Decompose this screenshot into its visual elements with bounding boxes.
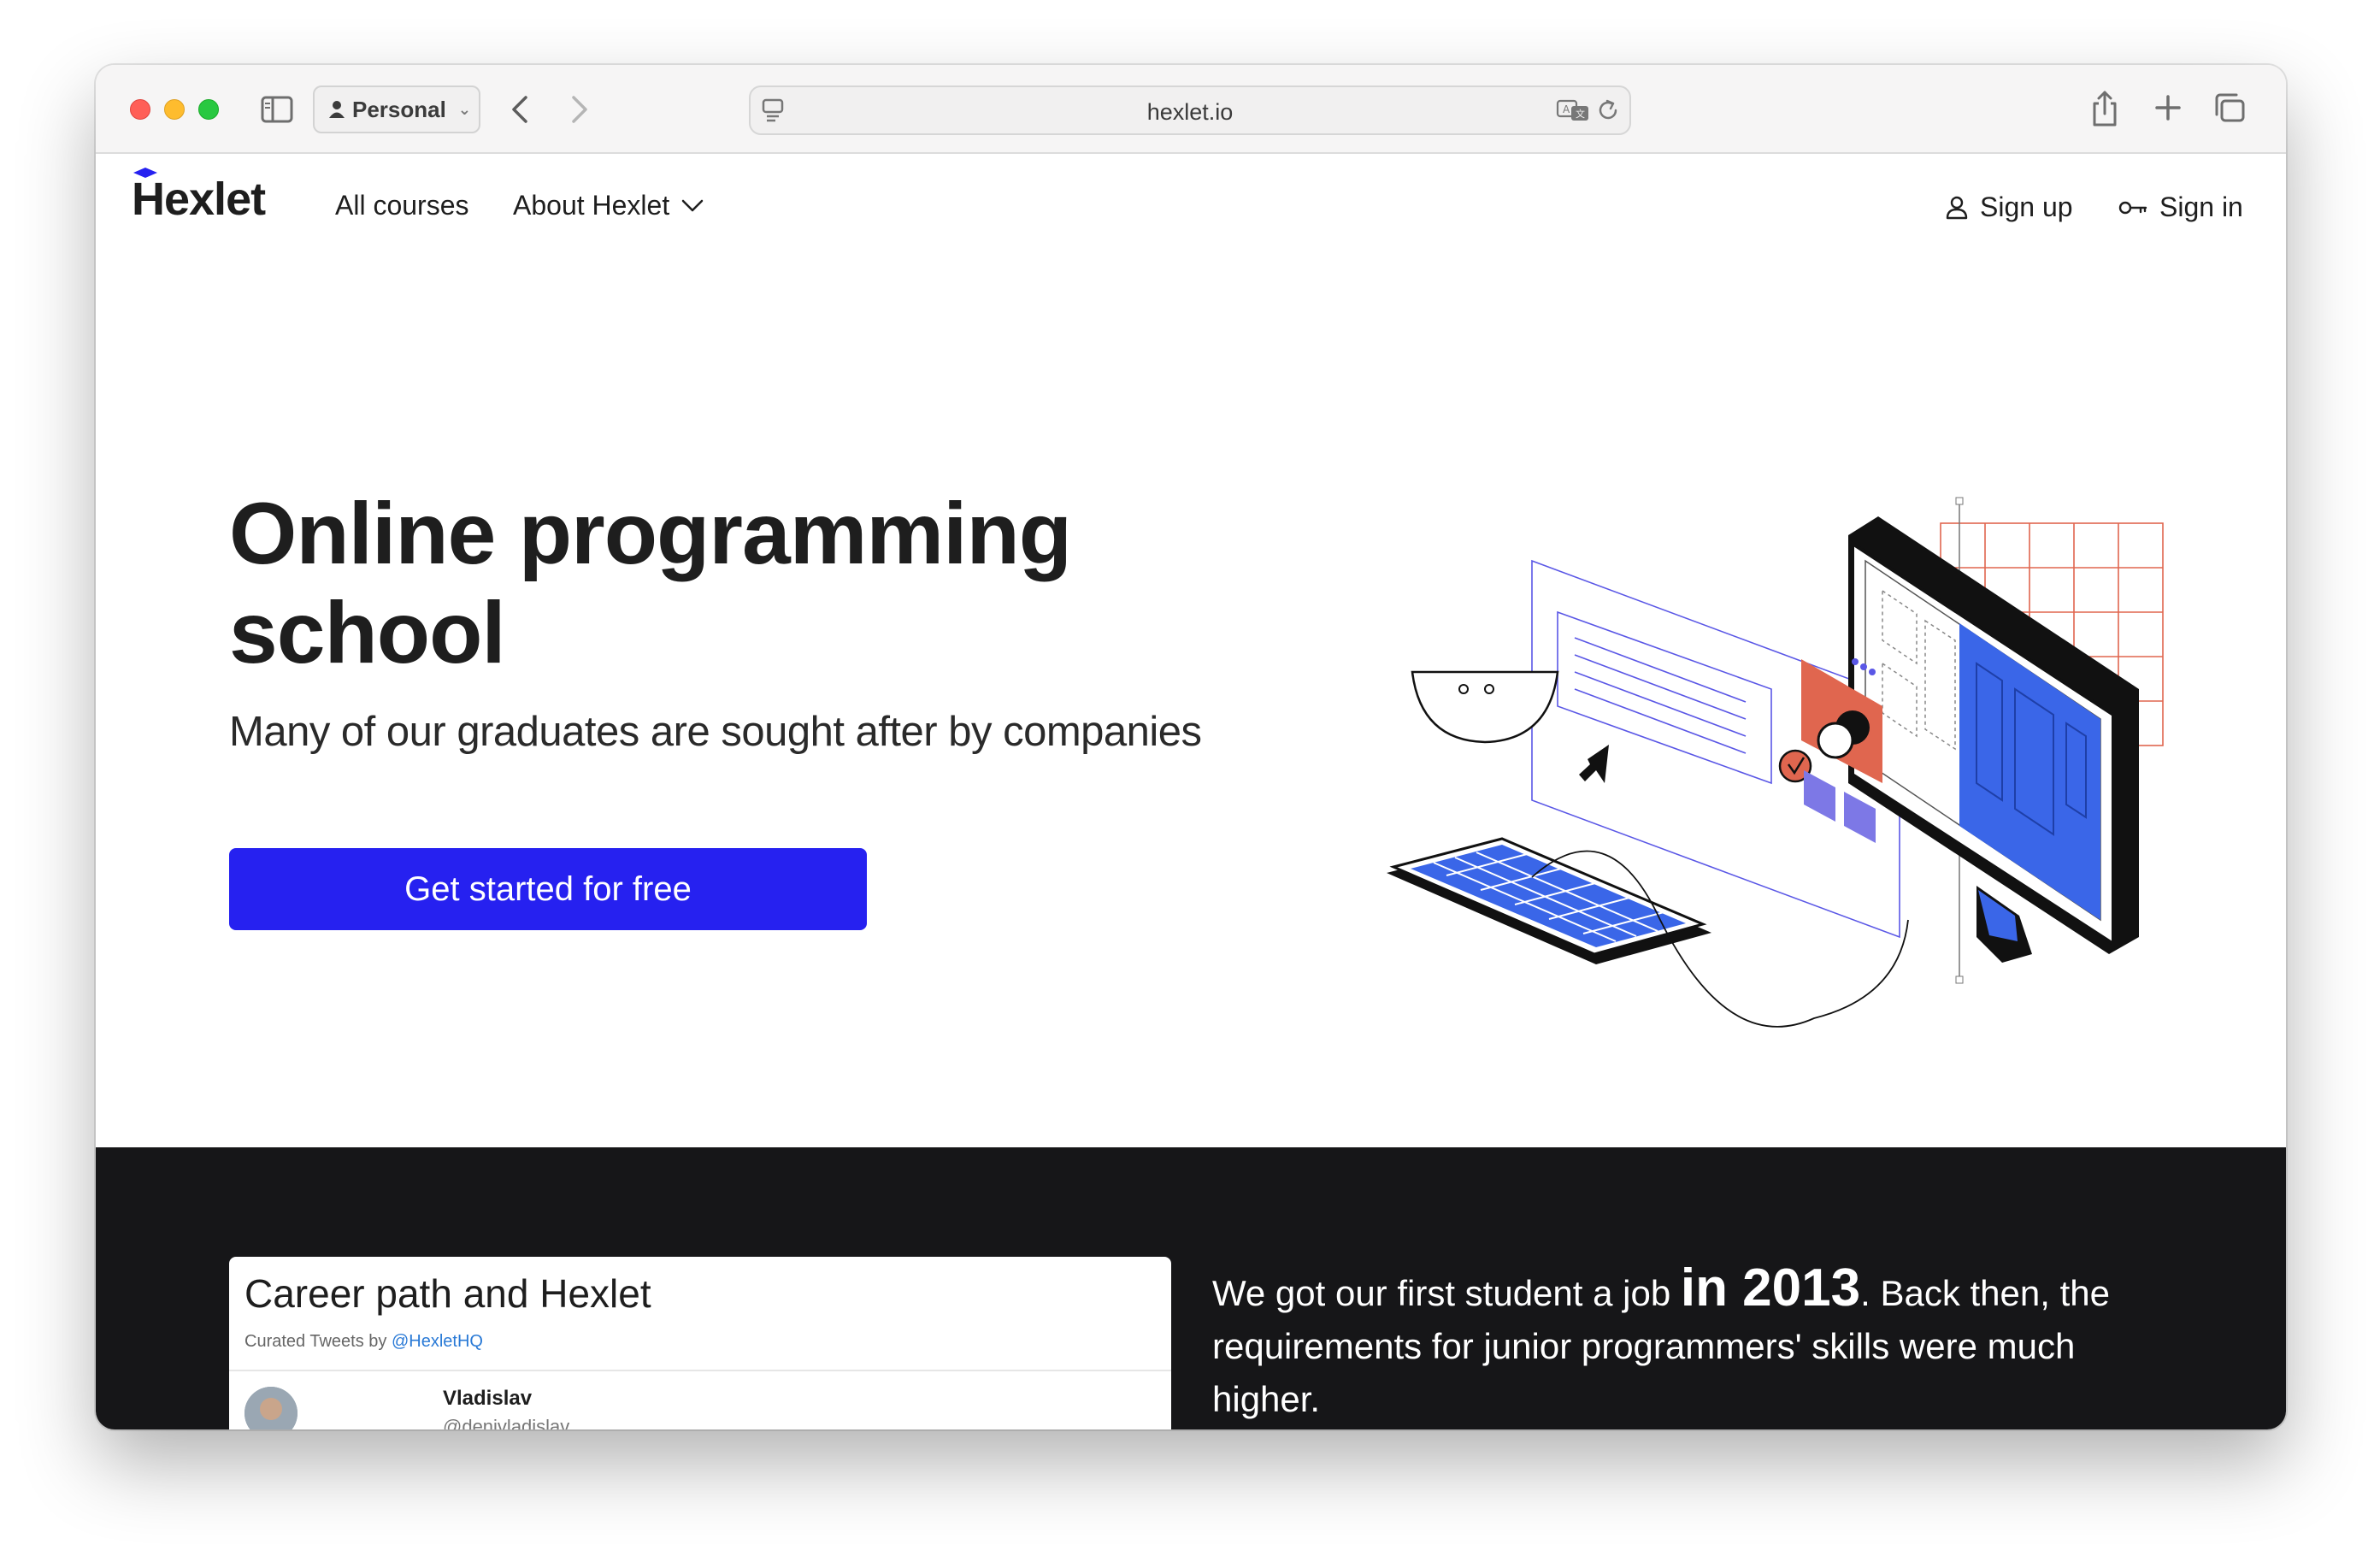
back-arrow-icon[interactable] <box>504 94 535 125</box>
minimize-window-button[interactable] <box>164 99 185 120</box>
curator-handle-link[interactable]: @HexletHQ <box>392 1332 483 1351</box>
avatar[interactable] <box>244 1387 298 1429</box>
new-tab-icon[interactable] <box>2151 91 2185 125</box>
divider <box>229 1370 1171 1371</box>
close-window-button[interactable] <box>130 99 150 120</box>
nav-all-courses[interactable]: All courses <box>335 190 469 221</box>
profile-label: Personal <box>352 96 446 122</box>
person-icon <box>329 101 345 118</box>
svg-text:A: A <box>1563 103 1570 115</box>
nav-about-hexlet[interactable]: About Hexlet <box>513 190 704 221</box>
user-icon <box>1946 196 1968 219</box>
nav-about-label: About Hexlet <box>513 190 670 221</box>
address-bar[interactable]: hexlet.io A文 <box>749 85 1631 135</box>
browser-window: Personal ⌄ hexlet.io A文 Hexlet All cours… <box>96 65 2286 1429</box>
tweet-author-handle[interactable]: @denivladislav <box>443 1416 569 1429</box>
sign-in-link[interactable]: Sign in <box>2118 192 2243 223</box>
tweets-embed-title: Career path and Hexlet <box>244 1271 651 1316</box>
curated-prefix: Curated Tweets by <box>244 1332 392 1351</box>
sidebar-toggle-icon[interactable] <box>260 94 294 125</box>
hero-illustration <box>1387 497 2164 1028</box>
forward-arrow-icon[interactable] <box>564 94 595 125</box>
bowl-drawing <box>1411 670 1559 744</box>
tweets-embed[interactable]: Career path and Hexlet Curated Tweets by… <box>229 1257 1171 1429</box>
tweet-author-name[interactable]: Vladislav <box>443 1387 532 1411</box>
reload-icon[interactable] <box>1595 97 1621 127</box>
career-story-text: We got our first student a job in 2013. … <box>1212 1262 2170 1426</box>
profile-switcher[interactable]: Personal ⌄ <box>313 85 480 133</box>
story-year: in 2013 <box>1680 1258 1861 1317</box>
translate-icon[interactable]: A文 <box>1556 97 1590 127</box>
zoom-window-button[interactable] <box>198 99 219 120</box>
sign-in-label: Sign in <box>2159 192 2243 222</box>
site-header: Hexlet All courses About Hexlet Sign up … <box>96 154 2286 265</box>
share-icon[interactable] <box>2088 87 2122 130</box>
chevron-down-icon <box>681 199 704 211</box>
site-logo[interactable]: Hexlet <box>132 173 266 226</box>
sign-up-label: Sign up <box>1980 192 2073 222</box>
get-started-button[interactable]: Get started for free <box>229 848 867 930</box>
keyboard-drawing <box>1387 837 1711 964</box>
curated-by-text: Curated Tweets by @HexletHQ <box>244 1332 483 1352</box>
sign-up-link[interactable]: Sign up <box>1946 192 2073 223</box>
browser-toolbar: Personal ⌄ hexlet.io A文 <box>96 65 2286 154</box>
hero-title: Online programming school <box>229 485 1072 681</box>
tab-overview-icon[interactable] <box>2212 91 2247 125</box>
cursor-drawing <box>1579 745 1609 783</box>
chevron-down-icon: ⌄ <box>457 100 471 118</box>
svg-text:文: 文 <box>1576 108 1585 120</box>
career-section: Career path and Hexlet Curated Tweets by… <box>96 1147 2286 1429</box>
hero-subtitle: Many of our graduates are sought after b… <box>229 709 1202 755</box>
monitor-drawing <box>1848 516 2139 963</box>
key-icon <box>2118 201 2147 214</box>
story-text-start: We got our first student a job <box>1212 1273 1681 1313</box>
url-text: hexlet.io <box>1146 99 1234 125</box>
